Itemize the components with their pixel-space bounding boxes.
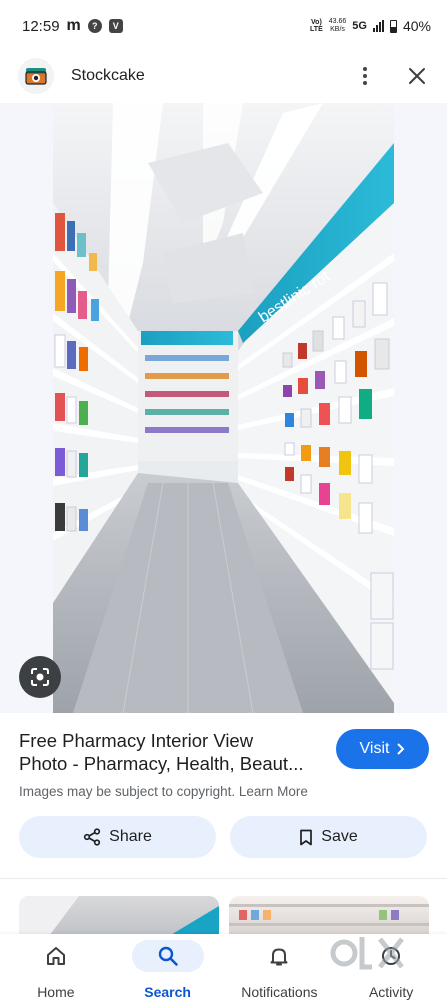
divider <box>0 878 447 879</box>
status-left: 12:59 m ? V <box>22 17 123 35</box>
search-icon-svg <box>158 946 178 966</box>
home-icon-svg <box>46 947 65 965</box>
nav-notifications[interactable]: Notifications <box>224 934 336 1000</box>
bell-icon <box>243 940 315 972</box>
action-buttons: Share Save <box>19 816 427 858</box>
nav-search[interactable]: Search <box>112 934 224 1000</box>
chevron-right-icon <box>397 743 405 755</box>
signal-icon <box>372 20 384 32</box>
app-notification-icon: V <box>108 19 123 33</box>
notification-icon: ? <box>87 19 102 33</box>
bookmark-icon <box>300 829 313 845</box>
copyright-notice: Images may be subject to copyright. Lear… <box>19 784 428 799</box>
battery-icon <box>389 19 397 33</box>
result-info: Free Pharmacy Interior View Photo - Phar… <box>0 713 447 803</box>
site-name[interactable]: Stockcake <box>71 67 145 85</box>
pharmacy-aisle-illustration: bestlinic rot <box>53 103 394 713</box>
status-right: Vo) LTE 43.66 KB/s 5G 40% <box>310 18 431 34</box>
image-preview-area: bestlinic rot <box>0 103 447 713</box>
related-image-thumb[interactable] <box>19 896 219 936</box>
lens-icon[interactable] <box>19 656 61 698</box>
nav-search-label: Search <box>144 984 191 1000</box>
nav-notifications-label: Notifications <box>241 984 318 1000</box>
image-title[interactable]: Free Pharmacy Interior View Photo - Phar… <box>19 729 324 775</box>
volte-bottom: LTE <box>310 26 323 33</box>
battery-percent: 40% <box>402 18 431 34</box>
network-speed: 43.66 KB/s <box>329 18 347 34</box>
related-image-thumb[interactable] <box>229 896 429 936</box>
status-time: 12:59 <box>22 17 60 35</box>
status-bar: 12:59 m ? V Vo) LTE 43.66 KB/s 5G 40% <box>0 0 447 52</box>
more-vert-icon[interactable] <box>353 61 377 91</box>
share-label: Share <box>109 828 152 845</box>
nav-home-label: Home <box>37 984 75 1000</box>
bell-icon-svg <box>270 948 288 966</box>
related-thumb-2-art <box>229 904 429 926</box>
learn-more-link[interactable]: Learn More <box>239 784 308 799</box>
nav-home[interactable]: Home <box>0 934 112 1000</box>
visit-label: Visit <box>359 740 390 757</box>
related-images <box>19 896 429 936</box>
lens-icon-svg <box>31 668 49 686</box>
stockcake-logo-svg <box>25 68 47 85</box>
image-title-line1: Free Pharmacy Interior View <box>19 730 254 751</box>
image-title-line2: Photo - Pharmacy, Health, Beaut... <box>19 753 304 774</box>
olx-watermark-logo <box>330 937 404 970</box>
stockcake-logo-icon[interactable] <box>18 58 54 94</box>
related-thumb-1-art <box>19 896 219 936</box>
share-icon <box>84 828 101 846</box>
speed-unit: KB/s <box>330 26 345 33</box>
volte-top: Vo) <box>311 19 322 26</box>
speed-value: 43.66 <box>328 18 347 25</box>
pharmacy-aisle-image[interactable]: bestlinic rot <box>53 103 394 713</box>
home-icon <box>20 940 92 972</box>
nav-activity-label: Activity <box>368 984 414 1000</box>
visit-button[interactable]: Visit <box>336 729 429 769</box>
volte-indicator: Vo) LTE <box>310 19 323 33</box>
search-icon <box>131 940 204 972</box>
viewer-header: Stockcake <box>0 52 447 100</box>
share-button[interactable]: Share <box>19 816 216 858</box>
network-type: 5G <box>352 20 367 32</box>
save-button[interactable]: Save <box>230 816 427 858</box>
save-label: Save <box>321 828 358 845</box>
carrier-icon: m <box>66 17 81 34</box>
copyright-text: Images may be subject to copyright. <box>19 784 236 799</box>
close-icon-svg <box>409 68 425 84</box>
close-icon[interactable] <box>405 64 429 88</box>
